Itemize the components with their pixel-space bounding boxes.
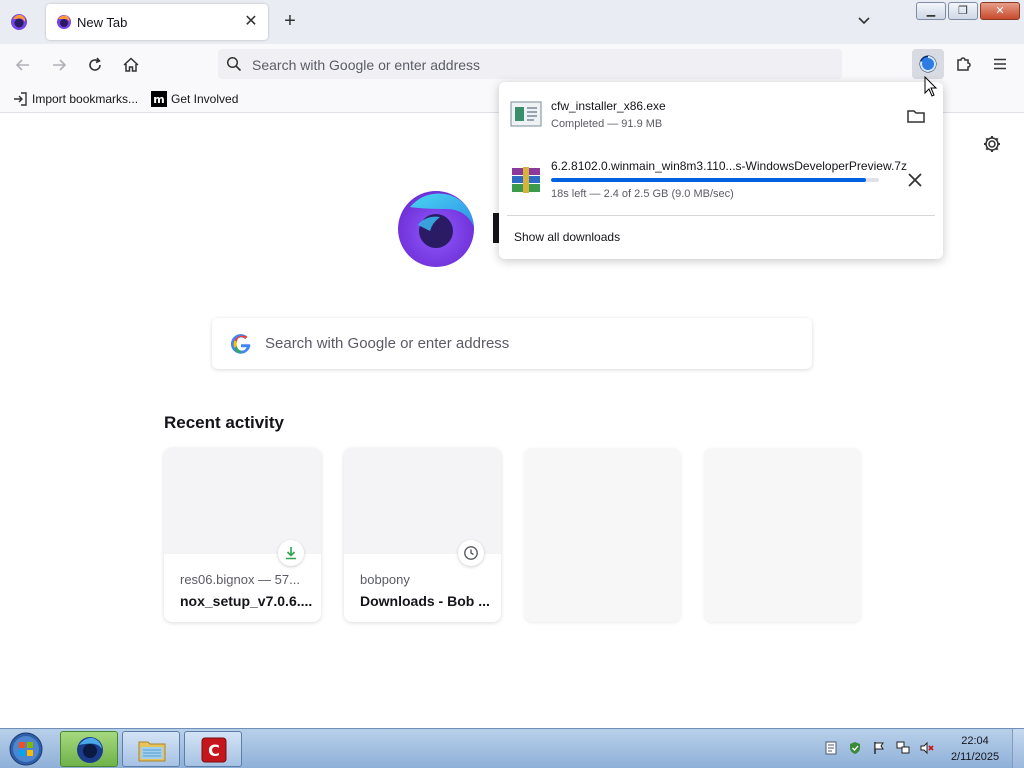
- download-status: Completed — 91.9 MB: [551, 118, 663, 130]
- url-bar[interactable]: Search with Google or enter address: [218, 49, 842, 79]
- archive-file-icon: [509, 164, 543, 196]
- mozilla-icon: m: [151, 91, 167, 107]
- tab-strip: New Tab ✕ + ▁ ❐ ✕: [0, 0, 1024, 44]
- minimize-icon[interactable]: ▁: [916, 2, 946, 20]
- newtab-search-box[interactable]: Search with Google or enter address: [212, 318, 812, 369]
- clock-icon: [458, 540, 484, 566]
- show-desktop-button[interactable]: [1012, 729, 1024, 768]
- arrow-right-icon[interactable]: [46, 52, 72, 78]
- download-item[interactable]: 6.2.8102.0.winmain_win8m3.110...s-Window…: [507, 150, 935, 206]
- download-icon: [278, 540, 304, 566]
- puzzle-icon[interactable]: [952, 52, 976, 76]
- installer-file-icon: [509, 98, 543, 130]
- bookmark-label: Get Involved: [171, 92, 239, 106]
- start-orb-icon[interactable]: [6, 731, 46, 767]
- clock-time: 22:04: [961, 735, 989, 747]
- gear-icon[interactable]: [982, 134, 1002, 154]
- close-icon[interactable]: ✕: [980, 2, 1020, 20]
- recent-card[interactable]: bobpony Downloads - Bob ...: [344, 448, 501, 622]
- window-controls: ▁ ❐ ✕: [916, 2, 1020, 21]
- close-icon[interactable]: ✕: [242, 13, 260, 31]
- navigation-toolbar: Search with Google or enter address: [0, 44, 1024, 85]
- folder-icon[interactable]: [904, 104, 928, 128]
- import-icon: [12, 91, 28, 107]
- notes-icon[interactable]: [824, 741, 838, 755]
- security-icon[interactable]: [848, 741, 862, 755]
- card-thumbnail: [164, 448, 321, 554]
- download-progress-fill: [551, 178, 866, 182]
- firefox-icon[interactable]: [10, 13, 28, 31]
- bookmark-label: Import bookmarks...: [32, 92, 139, 106]
- hamburger-icon[interactable]: [988, 52, 1012, 76]
- bookmark-get-involved[interactable]: m Get Involved: [151, 91, 238, 107]
- tab-title: New Tab: [77, 15, 128, 30]
- divider: [507, 215, 935, 216]
- recent-card-placeholder: [524, 448, 681, 622]
- plus-icon[interactable]: +: [280, 11, 300, 31]
- recent-activity-heading: Recent activity: [164, 413, 284, 432]
- clock-date: 2/11/2025: [950, 751, 1000, 763]
- close-icon[interactable]: [903, 168, 927, 192]
- comodo-icon[interactable]: C: [184, 731, 242, 767]
- recent-card[interactable]: res06.bignox — 57... nox_setup_v7.0.6...…: [164, 448, 321, 622]
- flag-icon[interactable]: [872, 741, 886, 755]
- chevron-down-icon[interactable]: [856, 12, 872, 28]
- reload-icon[interactable]: [82, 52, 108, 78]
- taskbar: C 22:04 2/11/2025: [0, 728, 1024, 768]
- card-host: res06.bignox — 57...: [180, 572, 300, 587]
- system-tray: [820, 739, 940, 759]
- mouse-cursor: [924, 75, 938, 98]
- firefox-logo: [396, 185, 480, 269]
- card-title: nox_setup_v7.0.6....: [180, 593, 313, 609]
- card-host: bobpony: [360, 572, 410, 587]
- downloads-panel: cfw_installer_x86.exe Completed — 91.9 M…: [499, 82, 943, 259]
- download-progress-icon[interactable]: [912, 49, 944, 79]
- restore-icon[interactable]: ❐: [948, 2, 978, 20]
- network-icon[interactable]: [896, 741, 910, 755]
- show-all-downloads-button[interactable]: Show all downloads: [514, 230, 620, 244]
- card-thumbnail: [344, 448, 501, 554]
- card-title: Downloads - Bob ...: [360, 593, 490, 609]
- download-status: 18s left — 2.4 of 2.5 GB (9.0 MB/sec): [551, 188, 734, 200]
- search-icon: [226, 56, 242, 75]
- download-filename: 6.2.8102.0.winmain_win8m3.110...s-Window…: [551, 159, 907, 173]
- home-icon[interactable]: [118, 52, 144, 78]
- google-g-icon: [230, 333, 252, 355]
- search-placeholder: Search with Google or enter address: [265, 335, 510, 352]
- download-progress-bar: [551, 178, 879, 182]
- svg-text:C: C: [208, 741, 220, 760]
- recent-card-placeholder: [704, 448, 861, 622]
- explorer-icon[interactable]: [122, 731, 180, 767]
- taskbar-clock[interactable]: 22:04 2/11/2025: [942, 733, 1008, 765]
- arrow-left-icon[interactable]: [10, 52, 36, 78]
- download-item[interactable]: cfw_installer_x86.exe Completed — 91.9 M…: [507, 88, 935, 144]
- url-placeholder: Search with Google or enter address: [252, 57, 481, 73]
- bookmark-import[interactable]: Import bookmarks...: [12, 91, 138, 107]
- volume-muted-icon[interactable]: [920, 741, 934, 755]
- tab-new-tab[interactable]: New Tab ✕: [46, 4, 268, 40]
- svg-text:m: m: [153, 93, 164, 106]
- firefox-icon: [56, 14, 72, 30]
- download-filename: cfw_installer_x86.exe: [551, 99, 666, 113]
- firefox-icon[interactable]: [60, 731, 118, 767]
